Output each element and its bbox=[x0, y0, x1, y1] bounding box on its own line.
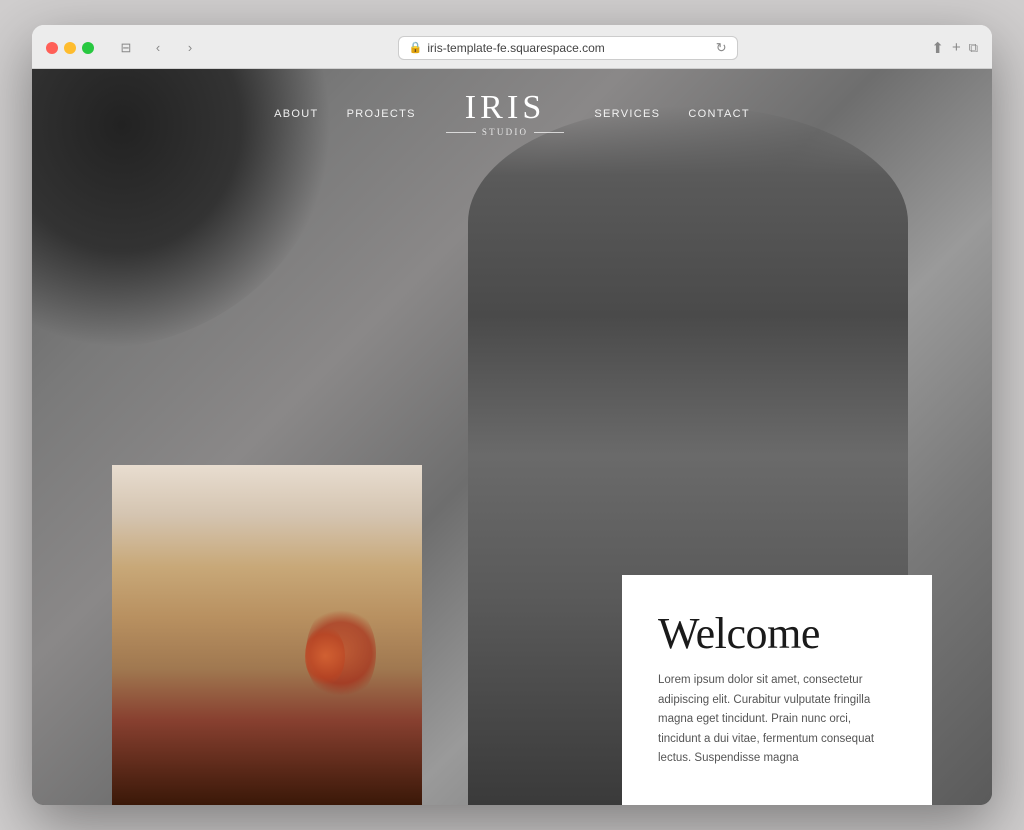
browser-chrome: ⊟ ‹ › 🔒 iris-template-fe.squarespace.com… bbox=[32, 25, 992, 69]
nav-projects[interactable]: PROJECTS bbox=[347, 108, 416, 120]
maximize-button[interactable] bbox=[82, 42, 94, 54]
site-logo[interactable]: IRIS STUDIO bbox=[446, 91, 565, 137]
sidebar-toggle-button[interactable]: ⊟ bbox=[112, 37, 140, 59]
photo-floral-accent-2 bbox=[305, 626, 345, 686]
welcome-title: Welcome bbox=[658, 611, 896, 657]
browser-controls: ⊟ ‹ › bbox=[112, 37, 204, 59]
logo-name: IRIS bbox=[465, 91, 546, 125]
logo-line-right bbox=[534, 132, 564, 133]
url-text: iris-template-fe.squarespace.com bbox=[427, 41, 604, 55]
address-bar-wrap: 🔒 iris-template-fe.squarespace.com ↻ bbox=[214, 36, 921, 60]
new-tab-icon[interactable]: + bbox=[952, 39, 961, 56]
minimize-button[interactable] bbox=[64, 42, 76, 54]
logo-sub: STUDIO bbox=[482, 127, 529, 137]
site-navigation: ABOUT PROJECTS IRIS STUDIO SERVICES CONT… bbox=[32, 69, 992, 159]
logo-divider: STUDIO bbox=[446, 127, 565, 137]
welcome-body: Lorem ipsum dolor sit amet, consectetur … bbox=[658, 671, 896, 769]
reload-icon[interactable]: ↻ bbox=[716, 40, 727, 56]
address-bar[interactable]: 🔒 iris-template-fe.squarespace.com ↻ bbox=[398, 36, 738, 60]
share-icon[interactable]: ⬆ bbox=[931, 39, 944, 57]
lock-icon: 🔒 bbox=[409, 41, 423, 54]
forward-button[interactable]: › bbox=[176, 37, 204, 59]
photo-person bbox=[112, 465, 422, 805]
browser-actions: ⬆ + ⧉ bbox=[931, 39, 978, 57]
hero-section: ABOUT PROJECTS IRIS STUDIO SERVICES CONT… bbox=[32, 69, 992, 805]
logo-line-left bbox=[446, 132, 476, 133]
nav-about[interactable]: ABOUT bbox=[274, 108, 319, 120]
nav-links-left: ABOUT PROJECTS bbox=[274, 108, 416, 120]
nav-links-right: SERVICES CONTACT bbox=[594, 108, 750, 120]
website-content: ABOUT PROJECTS IRIS STUDIO SERVICES CONT… bbox=[32, 69, 992, 805]
browser-window: ⊟ ‹ › 🔒 iris-template-fe.squarespace.com… bbox=[32, 25, 992, 805]
photo-card bbox=[112, 465, 422, 805]
nav-contact[interactable]: CONTACT bbox=[688, 108, 750, 120]
windows-icon[interactable]: ⧉ bbox=[969, 40, 978, 56]
traffic-lights bbox=[46, 42, 94, 54]
welcome-card: Welcome Lorem ipsum dolor sit amet, cons… bbox=[622, 575, 932, 805]
nav-services[interactable]: SERVICES bbox=[594, 108, 660, 120]
back-button[interactable]: ‹ bbox=[144, 37, 172, 59]
content-overlay: Welcome Lorem ipsum dolor sit amet, cons… bbox=[32, 465, 992, 805]
close-button[interactable] bbox=[46, 42, 58, 54]
